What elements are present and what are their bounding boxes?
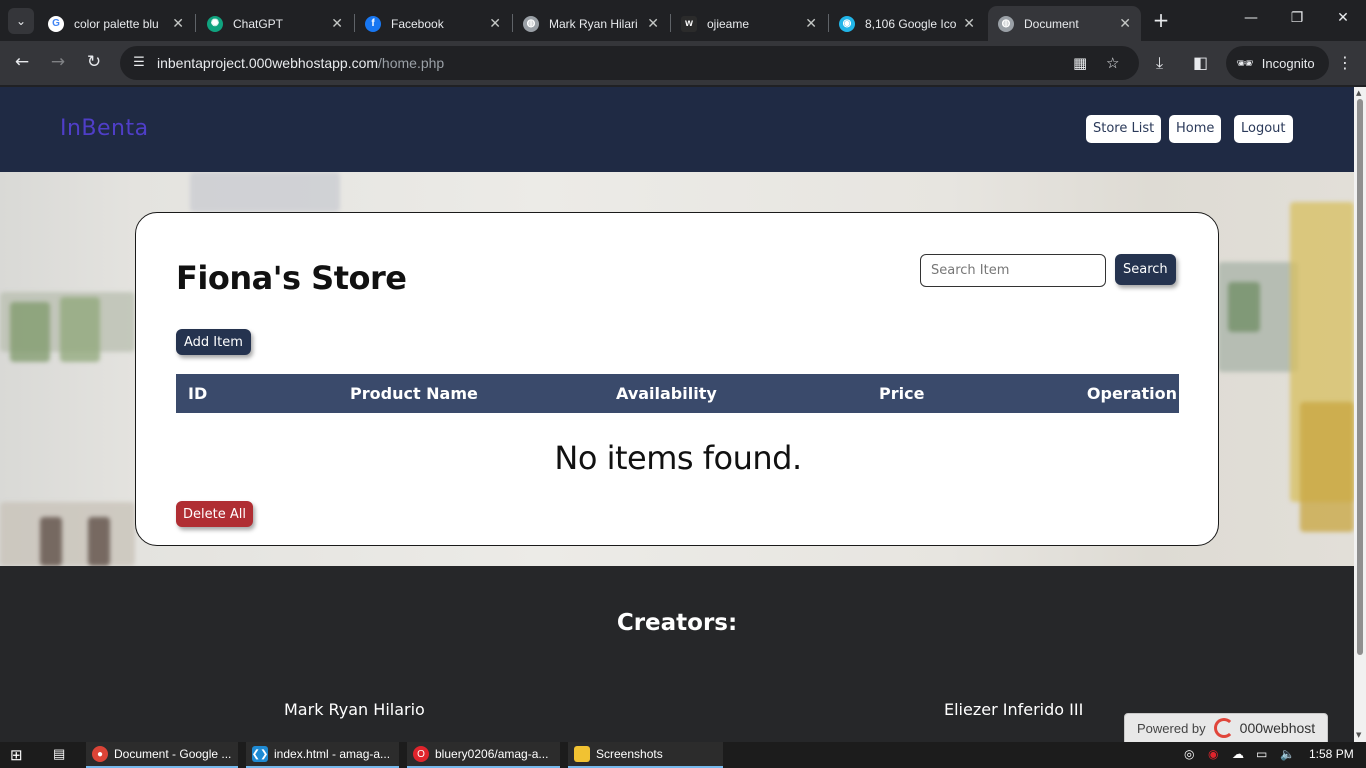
close-tab-icon[interactable]: ✕ — [805, 15, 817, 32]
column-header-id: ID — [188, 384, 208, 403]
site-settings-icon[interactable]: ☰ — [128, 52, 150, 74]
reload-icon[interactable]: ↻ — [82, 52, 106, 72]
network-sync-icon[interactable]: ☁ — [1232, 747, 1244, 761]
tab-chatgpt[interactable]: ✺ ChatGPT ✕ — [197, 6, 353, 41]
site-navbar: InBenta Store List Home Logout — [0, 87, 1354, 172]
tab-search-icon[interactable]: ⌄ — [8, 8, 34, 34]
address-bar[interactable]: ☰ inbentaproject.000webhostapp.com/home.… — [120, 46, 1139, 80]
nav-store-list[interactable]: Store List — [1086, 115, 1162, 143]
download-icon[interactable]: ⤓ — [1156, 53, 1163, 73]
tab-google-icons[interactable]: ◉ 8,106 Google Ico ✕ — [829, 6, 985, 41]
column-header-operation: Operation — [1086, 384, 1177, 403]
column-header-price: Price — [879, 384, 925, 403]
close-window-icon[interactable]: ✕ — [1333, 10, 1353, 26]
windows-taskbar: ⊞ ▤ ● Document - Google ... ❮❯ index.htm… — [0, 742, 1366, 768]
delete-all-button[interactable]: Delete All — [176, 501, 253, 527]
search-input[interactable] — [920, 254, 1106, 287]
close-tab-icon[interactable]: ✕ — [647, 15, 659, 32]
iconscout-icon: ◉ — [839, 15, 855, 32]
store-card: Fiona's Store Search Add Item ID Product… — [135, 212, 1219, 546]
restore-icon[interactable]: ❐ — [1287, 10, 1307, 26]
url-text: inbentaproject.000webhostapp.com/home.ph… — [157, 55, 445, 71]
creators-heading: Creators: — [616, 610, 738, 636]
side-panel-icon[interactable]: ◧ — [1193, 53, 1208, 72]
column-header-product-name: Product Name — [350, 384, 478, 403]
nav-home[interactable]: Home — [1169, 115, 1222, 143]
scroll-up-icon[interactable]: ▲ — [1356, 89, 1361, 97]
taskbar-item-chrome[interactable]: ● Document - Google ... — [86, 742, 238, 768]
windows-start-icon[interactable]: ⊞ — [10, 746, 23, 764]
page-viewport: InBenta Store List Home Logout Fiona's S… — [0, 87, 1354, 742]
globe-icon: ◍ — [998, 15, 1014, 32]
page-scrollbar[interactable]: ▲ ▼ — [1354, 87, 1366, 742]
chrome-icon: ● — [92, 746, 108, 762]
browser-tab-strip: ⌄ G color palette blu ✕ ✺ ChatGPT ✕ f Fa… — [0, 0, 1366, 41]
close-tab-icon[interactable]: ✕ — [331, 15, 343, 32]
qr-code-icon[interactable]: ▦ — [1073, 54, 1087, 72]
volume-icon[interactable]: 🔈 — [1280, 747, 1295, 761]
close-tab-icon[interactable]: ✕ — [172, 15, 184, 32]
opera-icon: O — [413, 746, 429, 762]
taskbar-item-explorer[interactable]: Screenshots — [568, 742, 723, 768]
globe-icon: ◍ — [523, 15, 539, 32]
store-title: Fiona's Store — [176, 259, 407, 297]
tab-document[interactable]: ◍ Document ✕ — [988, 6, 1141, 41]
facebook-icon: f — [365, 15, 381, 32]
folder-icon — [574, 746, 590, 762]
incognito-icon: 🕶 — [1236, 54, 1254, 71]
close-tab-icon[interactable]: ✕ — [1119, 15, 1131, 32]
bookmark-star-icon[interactable]: ☆ — [1106, 54, 1119, 72]
tab-ojieame[interactable]: w ojieame ✕ — [671, 6, 827, 41]
scrollbar-thumb[interactable] — [1357, 99, 1363, 655]
powered-by-badge[interactable]: Powered by 000webhost — [1124, 713, 1328, 742]
creator-name: Eliezer Inferido III — [944, 700, 1084, 719]
back-arrow-icon[interactable]: ← — [10, 52, 34, 72]
tab-mark-ryan[interactable]: ◍ Mark Ryan Hilari ✕ — [513, 6, 669, 41]
search-button[interactable]: Search — [1115, 254, 1176, 285]
incognito-badge[interactable]: 🕶 Incognito — [1226, 46, 1329, 80]
close-tab-icon[interactable]: ✕ — [489, 15, 501, 32]
network-icon[interactable]: ▭ — [1256, 747, 1267, 761]
calculator-icon[interactable]: ▤ — [53, 746, 65, 762]
opera-tray-icon[interactable]: ◉ — [1208, 747, 1218, 761]
taskbar-item-vscode[interactable]: ❮❯ index.html - amag-a... — [246, 742, 399, 768]
000webhost-logo-icon — [1213, 718, 1234, 738]
new-tab-icon[interactable]: + — [1151, 10, 1171, 30]
clock[interactable]: 1:58 PM — [1309, 747, 1354, 761]
browser-toolbar: ← → ↻ ☰ inbentaproject.000webhostapp.com… — [0, 41, 1366, 86]
close-tab-icon[interactable]: ✕ — [963, 15, 975, 32]
column-header-availability: Availability — [616, 384, 717, 403]
google-icon: G — [48, 15, 64, 32]
add-item-button[interactable]: Add Item — [176, 329, 251, 355]
creator-name: Mark Ryan Hilario — [284, 700, 425, 719]
forward-arrow-icon[interactable]: → — [46, 52, 70, 72]
tab-facebook[interactable]: f Facebook ✕ — [355, 6, 511, 41]
vscode-icon: ❮❯ — [252, 746, 268, 762]
scroll-down-icon[interactable]: ▼ — [1356, 731, 1361, 739]
tab-color-palette[interactable]: G color palette blu ✕ — [38, 6, 194, 41]
minimize-icon[interactable]: — — [1241, 10, 1261, 26]
items-table-header: ID Product Name Availability Price Opera… — [176, 374, 1179, 413]
nav-logout[interactable]: Logout — [1234, 115, 1293, 143]
discord-icon[interactable]: ◎ — [1184, 747, 1194, 761]
chatgpt-icon: ✺ — [207, 15, 223, 32]
empty-message: No items found. — [554, 439, 802, 477]
menu-kebab-icon[interactable]: ⋮ — [1337, 53, 1353, 72]
taskbar-item-opera[interactable]: O bluery0206/amag-a... — [407, 742, 560, 768]
site-logo[interactable]: InBenta — [60, 116, 149, 141]
webflow-icon: w — [681, 15, 697, 32]
